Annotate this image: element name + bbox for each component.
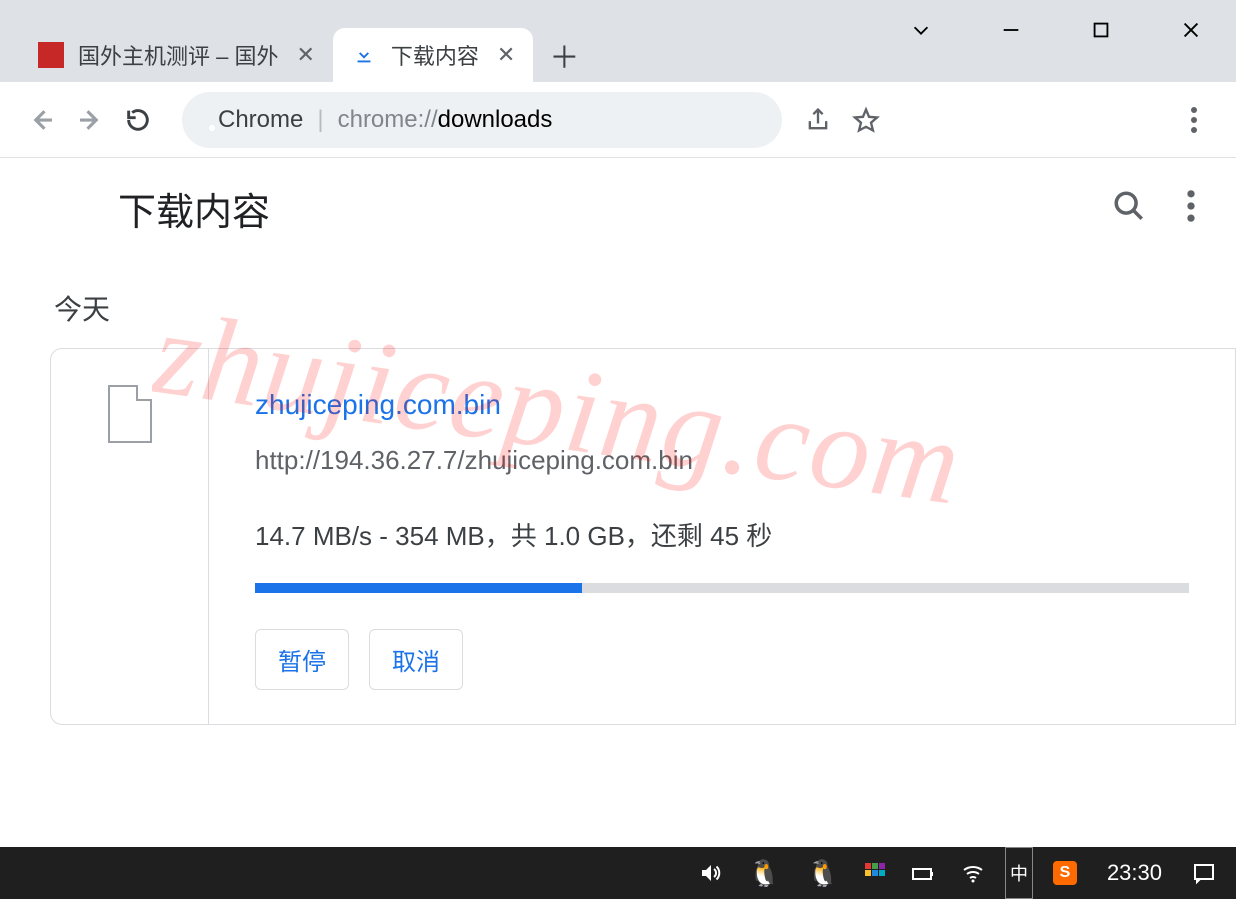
- titlebar: 国外主机测评 – 国外 ✕ 下载内容 ✕ ＋: [0, 0, 1236, 82]
- download-body: zhujiceping.com.bin http://194.36.27.7/z…: [209, 349, 1235, 724]
- maximize-button[interactable]: [1056, 0, 1146, 60]
- forward-button[interactable]: [66, 96, 114, 144]
- share-icon[interactable]: [794, 96, 842, 144]
- minimize-button[interactable]: [966, 0, 1056, 60]
- download-icon-area: [51, 349, 209, 724]
- volume-icon[interactable]: [692, 847, 728, 899]
- omnibox-path: downloads: [438, 106, 553, 134]
- window-controls: [876, 0, 1236, 60]
- omnibox-separator: |: [317, 106, 323, 134]
- omnibox-label: Chrome: [218, 106, 303, 134]
- download-arrow-icon: [351, 42, 377, 68]
- download-progress-text: 14.7 MB/s - 354 MB，共 1.0 GB，还剩 45 秒: [255, 516, 1189, 553]
- wifi-icon[interactable]: [955, 847, 991, 899]
- page-header: 下载内容: [0, 158, 1236, 258]
- ime-indicator[interactable]: 中: [1005, 847, 1033, 899]
- tab-inactive[interactable]: 国外主机测评 – 国外 ✕: [20, 28, 333, 82]
- taskbar: 🐧 🐧 中 S 23:30: [0, 847, 1236, 899]
- tab-strip: 国外主机测评 – 国外 ✕ 下载内容 ✕ ＋: [20, 22, 587, 82]
- tab-close-icon[interactable]: ✕: [497, 42, 515, 68]
- download-url: http://194.36.27.7/zhujiceping.com.bin: [255, 445, 1189, 476]
- toolbar: Chrome | chrome://downloads: [0, 82, 1236, 158]
- new-tab-button[interactable]: ＋: [541, 32, 587, 78]
- qq-icon[interactable]: 🐧: [742, 847, 786, 899]
- tab-title: 下载内容: [391, 39, 479, 71]
- download-item: zhujiceping.com.bin http://194.36.27.7/z…: [50, 348, 1236, 725]
- favicon-red-icon: [38, 42, 64, 68]
- browser-window: 国外主机测评 – 国外 ✕ 下载内容 ✕ ＋: [0, 0, 1236, 899]
- sogou-ime-icon[interactable]: S: [1047, 847, 1083, 899]
- chrome-logo-icon: [40, 183, 90, 233]
- clock[interactable]: 23:30: [1097, 847, 1172, 899]
- download-filename[interactable]: zhujiceping.com.bin: [255, 389, 1189, 421]
- omnibox-scheme: chrome://: [338, 106, 438, 134]
- bookmark-star-icon[interactable]: [842, 96, 890, 144]
- download-actions: 暂停 取消: [255, 629, 1189, 690]
- downloads-page: zhujiceping.com 下载内容 今天 zhujiceping.com.…: [0, 158, 1236, 899]
- download-progress-bar: [255, 583, 1189, 593]
- browser-menu-icon[interactable]: [1170, 96, 1218, 144]
- notifications-icon[interactable]: [1186, 847, 1222, 899]
- color-grid-icon[interactable]: [859, 847, 891, 899]
- file-icon: [108, 385, 152, 443]
- pause-button[interactable]: 暂停: [255, 629, 349, 690]
- close-window-button[interactable]: [1146, 0, 1236, 60]
- page-title: 下载内容: [118, 181, 270, 236]
- tab-title: 国外主机测评 – 国外: [78, 39, 278, 71]
- caret-down-icon[interactable]: [876, 0, 966, 60]
- date-group-label: 今天: [54, 288, 1236, 328]
- back-button[interactable]: [18, 96, 66, 144]
- cancel-button[interactable]: 取消: [369, 629, 463, 690]
- reload-button[interactable]: [114, 96, 162, 144]
- tab-close-icon[interactable]: ✕: [296, 42, 314, 68]
- qq-icon[interactable]: 🐧: [801, 847, 845, 899]
- search-icon[interactable]: [1112, 189, 1146, 228]
- address-bar[interactable]: Chrome | chrome://downloads: [182, 92, 782, 148]
- download-progress-fill: [255, 583, 582, 593]
- battery-icon[interactable]: [905, 847, 941, 899]
- page-menu-icon[interactable]: [1186, 189, 1196, 228]
- tab-active[interactable]: 下载内容 ✕: [333, 28, 533, 82]
